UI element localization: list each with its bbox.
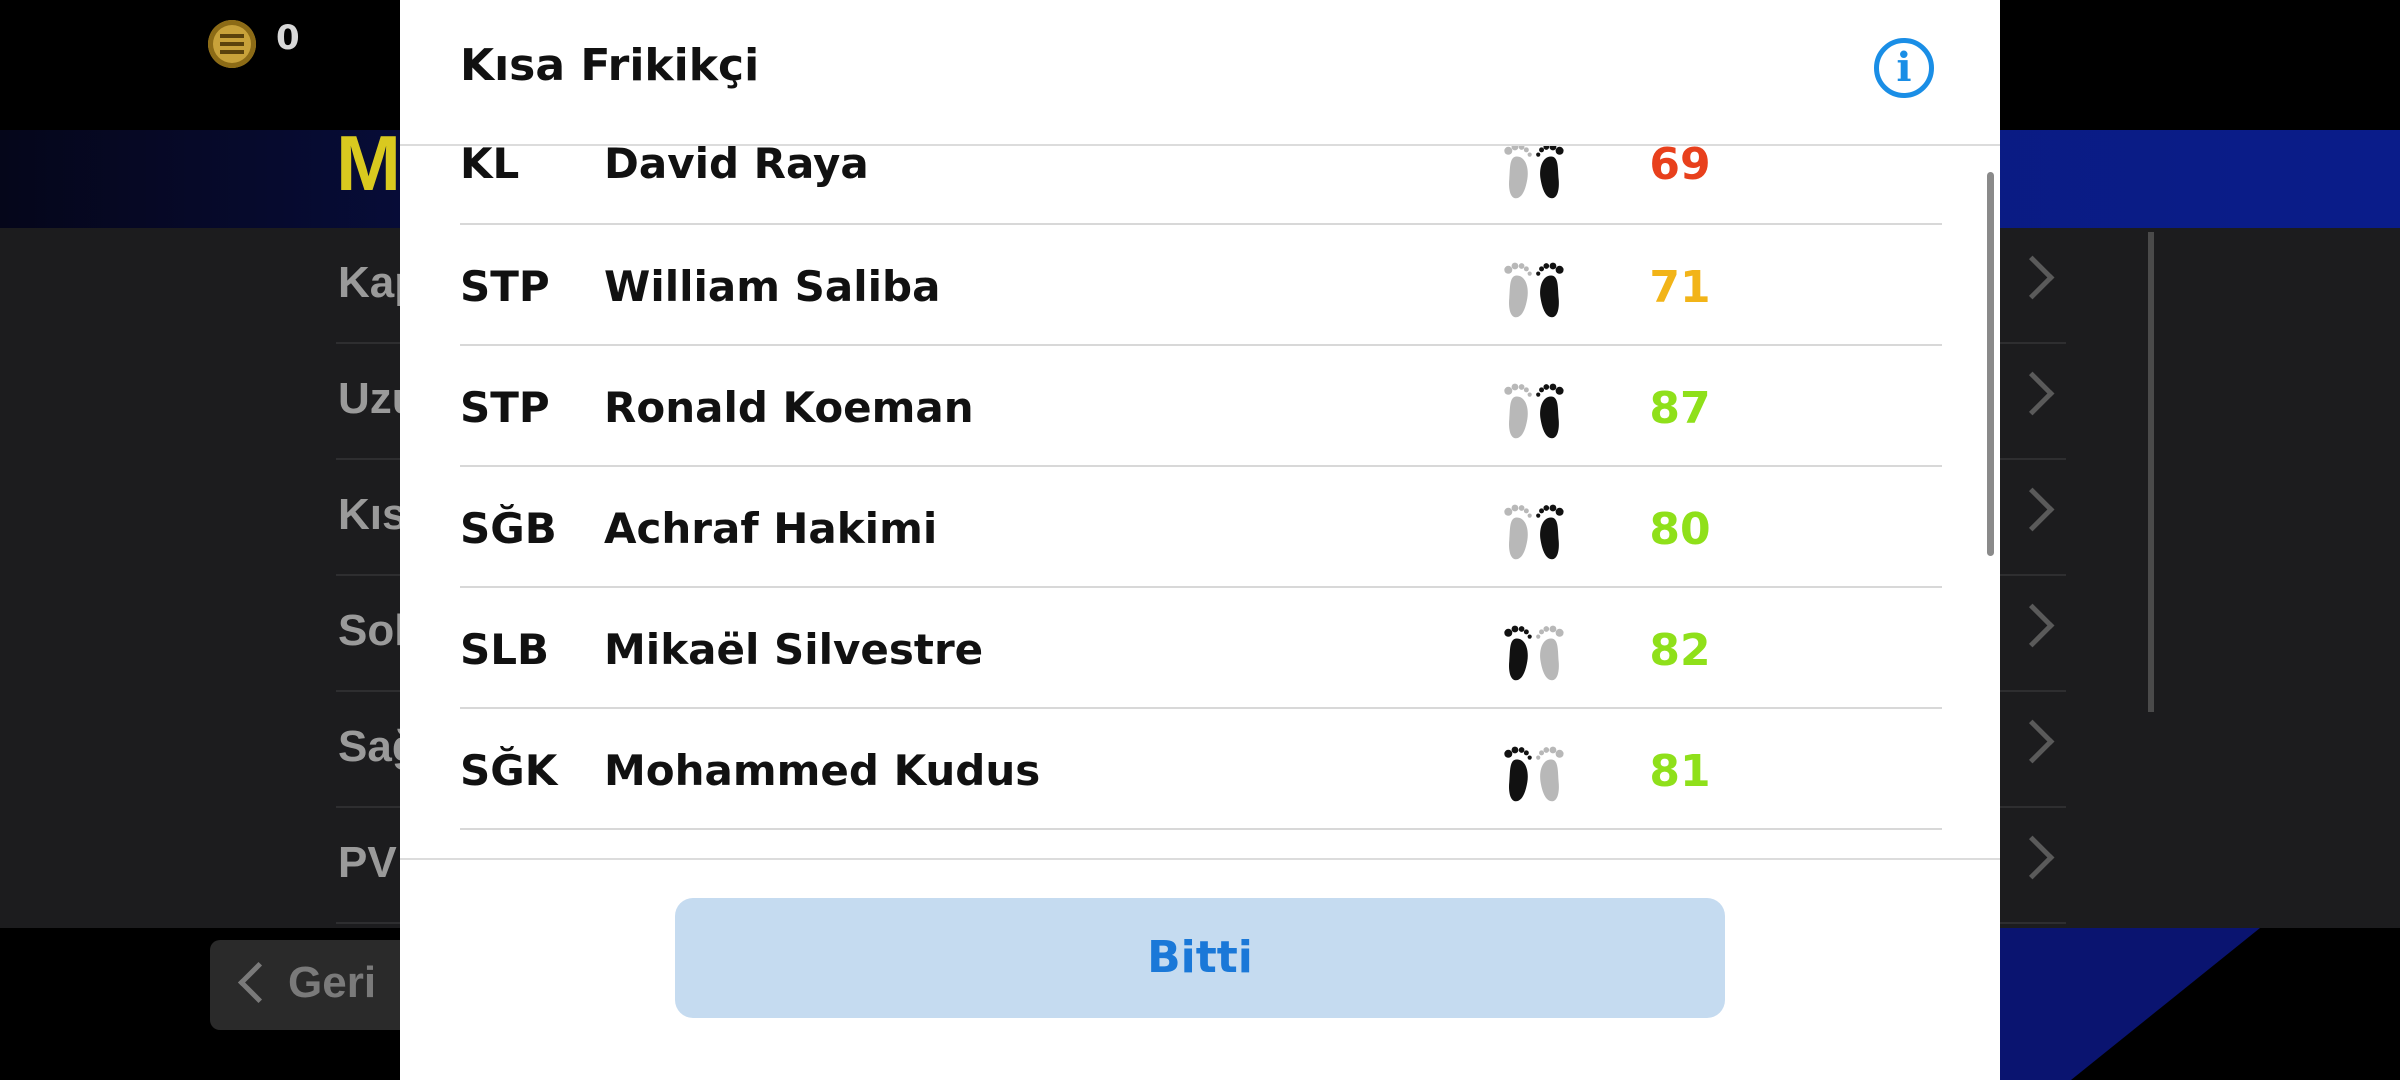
- player-position: STP: [460, 383, 550, 432]
- footedness-icon: [1504, 262, 1564, 318]
- dialog-divider: [400, 858, 2000, 860]
- player-name: Mohammed Kudus: [604, 746, 1041, 795]
- player-rating: 80: [1649, 504, 1711, 555]
- chevron-left-icon: [237, 961, 280, 1004]
- player-row[interactable]: SLB Mikaël Silvestre 82: [460, 588, 1942, 709]
- player-name: Mikaël Silvestre: [604, 625, 984, 674]
- coin-icon: [208, 20, 256, 68]
- player-rating: 87: [1649, 383, 1711, 434]
- free-kick-taker-dialog: Kısa Frikikçi i KL David Raya 69 STP Wil…: [400, 0, 2000, 1080]
- player-row[interactable]: STP Ronald Koeman 87: [460, 346, 1942, 467]
- chevron-right-icon: [2010, 719, 2055, 764]
- player-row[interactable]: STP William Saliba 71: [460, 225, 1942, 346]
- chevron-right-icon: [2010, 255, 2055, 300]
- player-rating: 69: [1649, 146, 1711, 190]
- player-rating: 71: [1649, 262, 1711, 313]
- player-position: SĞB: [460, 504, 557, 553]
- background-title: M: [336, 119, 401, 207]
- player-row[interactable]: SĞK Mohammed Kudus 81: [460, 709, 1942, 830]
- player-list[interactable]: KL David Raya 69 STP William Saliba 71 S…: [460, 146, 1942, 858]
- player-rating: 81: [1649, 746, 1711, 797]
- player-name: Ronald Koeman: [604, 383, 974, 432]
- dialog-title: Kısa Frikikçi: [460, 40, 760, 91]
- chevron-right-icon: [2010, 487, 2055, 532]
- menu-item-label: PV: [338, 838, 397, 887]
- coin-count: 0: [276, 18, 300, 58]
- menu-item-label: Kıs: [338, 490, 407, 539]
- player-name: William Saliba: [604, 262, 941, 311]
- chevron-right-icon: [2010, 371, 2055, 416]
- player-position: STP: [460, 262, 550, 311]
- menu-item-label: Sol: [338, 606, 407, 655]
- player-rating: 82: [1649, 625, 1711, 676]
- background-scrollbar[interactable]: [2148, 232, 2154, 712]
- back-button-label: Geri: [288, 958, 377, 1007]
- player-name: Achraf Hakimi: [604, 504, 938, 553]
- player-position: SĞK: [460, 746, 558, 795]
- footedness-icon: [1504, 383, 1564, 439]
- player-position: KL: [460, 146, 520, 188]
- footedness-icon: [1504, 746, 1564, 802]
- list-scrollbar[interactable]: [1987, 172, 1994, 556]
- footedness-icon: [1504, 504, 1564, 560]
- chevron-right-icon: [2010, 835, 2055, 880]
- player-row[interactable]: SĞB Achraf Hakimi 80: [460, 467, 1942, 588]
- footedness-icon: [1504, 146, 1564, 199]
- info-icon[interactable]: i: [1874, 38, 1934, 98]
- dialog-header: Kısa Frikikçi i: [400, 0, 2000, 146]
- done-button[interactable]: Bitti: [675, 898, 1725, 1018]
- player-row[interactable]: KL David Raya 69: [460, 146, 1942, 225]
- chevron-right-icon: [2010, 603, 2055, 648]
- player-name: David Raya: [604, 146, 869, 188]
- footedness-icon: [1504, 625, 1564, 681]
- player-position: SLB: [460, 625, 550, 674]
